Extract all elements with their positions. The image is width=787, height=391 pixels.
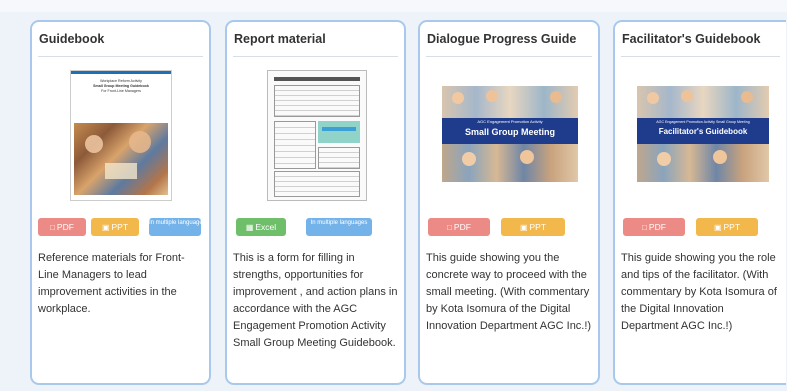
ppt-label: PPT [723, 222, 741, 232]
excel-download-button[interactable]: ▦ Excel [236, 218, 286, 236]
slides-icon: ▣ [713, 223, 722, 232]
cover-banner: AGC Engagement Promotion Activity Small … [637, 118, 769, 144]
spreadsheet-icon: ▦ [245, 223, 254, 232]
card-description: This guide showing you the concrete way … [426, 252, 592, 332]
card-description: Reference materials for Front-Line Manag… [38, 252, 185, 315]
cover-line: For Front-Line Managers [101, 89, 141, 93]
top-band [0, 0, 787, 12]
title-divider [621, 56, 780, 57]
card-description: This is a form for filling in strengths,… [233, 252, 398, 349]
slides-icon: ▣ [519, 223, 528, 232]
card-description: This guide showing you the role and tips… [621, 252, 777, 332]
facilitator-guide-cover-thumbnail[interactable]: AGC Engagement Promotion Activity Small … [637, 86, 769, 182]
banner-subtitle: AGC Engagement Promotion Activity Small … [656, 120, 750, 124]
slides-icon: ▣ [101, 223, 110, 232]
ppt-download-button[interactable]: ▣ PPT [91, 218, 139, 236]
file-icon: □ [642, 223, 647, 232]
card-report-material: Report material ▦ Excel In multiple langu… [225, 20, 406, 385]
multiple-languages-button[interactable]: In multiple languages [149, 218, 206, 236]
pdf-download-button[interactable]: □ PDF [428, 218, 490, 236]
pdf-download-button[interactable]: □ PDF [623, 218, 685, 236]
ppt-download-button[interactable]: ▣ PPT [501, 218, 565, 236]
card-title: Facilitator's Guidebook [622, 32, 761, 46]
pdf-label: PDF [648, 222, 666, 232]
guidebook-cover-thumbnail[interactable]: Workplace Reform Activity Small Group Me… [70, 70, 172, 201]
report-form-thumbnail[interactable] [267, 70, 367, 201]
ppt-download-button[interactable]: ▣ PPT [696, 218, 758, 236]
card-title: Dialogue Progress Guide [427, 32, 577, 46]
banner-subtitle: AGC Engagement Promotion Activity [477, 119, 543, 124]
excel-label: Excel [255, 222, 277, 232]
ppt-label: PPT [111, 222, 129, 232]
lang-label: In multiple languages [310, 220, 368, 226]
cover-photo-bottom [637, 144, 769, 182]
title-divider [233, 56, 398, 57]
banner-title: Facilitator's Guidebook [658, 127, 748, 136]
pdf-download-button[interactable]: □ PDF [38, 218, 86, 236]
cover-photo [74, 123, 168, 195]
ppt-label: PPT [529, 222, 547, 232]
file-icon: □ [447, 223, 452, 232]
banner-title: Small Group Meeting [464, 127, 555, 137]
card-title: Report material [234, 32, 326, 46]
file-icon: □ [50, 223, 55, 232]
card-guidebook: Guidebook Workplace Reform Activity Smal… [30, 20, 211, 385]
title-divider [426, 56, 592, 57]
card-title: Guidebook [39, 32, 105, 46]
multiple-languages-button[interactable]: In multiple languages [306, 218, 372, 236]
card-facilitators-guidebook: Facilitator's Guidebook AGC Engagement P… [613, 20, 786, 385]
title-divider [38, 56, 203, 57]
guide-cover-thumbnail[interactable]: AGC Engagement Promotion Activity Small … [442, 86, 578, 182]
cover-banner: AGC Engagement Promotion Activity Small … [442, 118, 578, 144]
lang-label: In multiple languages [149, 220, 206, 226]
pdf-label: PDF [56, 222, 74, 232]
pdf-label: PDF [453, 222, 471, 232]
card-dialogue-progress-guide: Dialogue Progress Guide AGC Engagement P… [418, 20, 600, 385]
